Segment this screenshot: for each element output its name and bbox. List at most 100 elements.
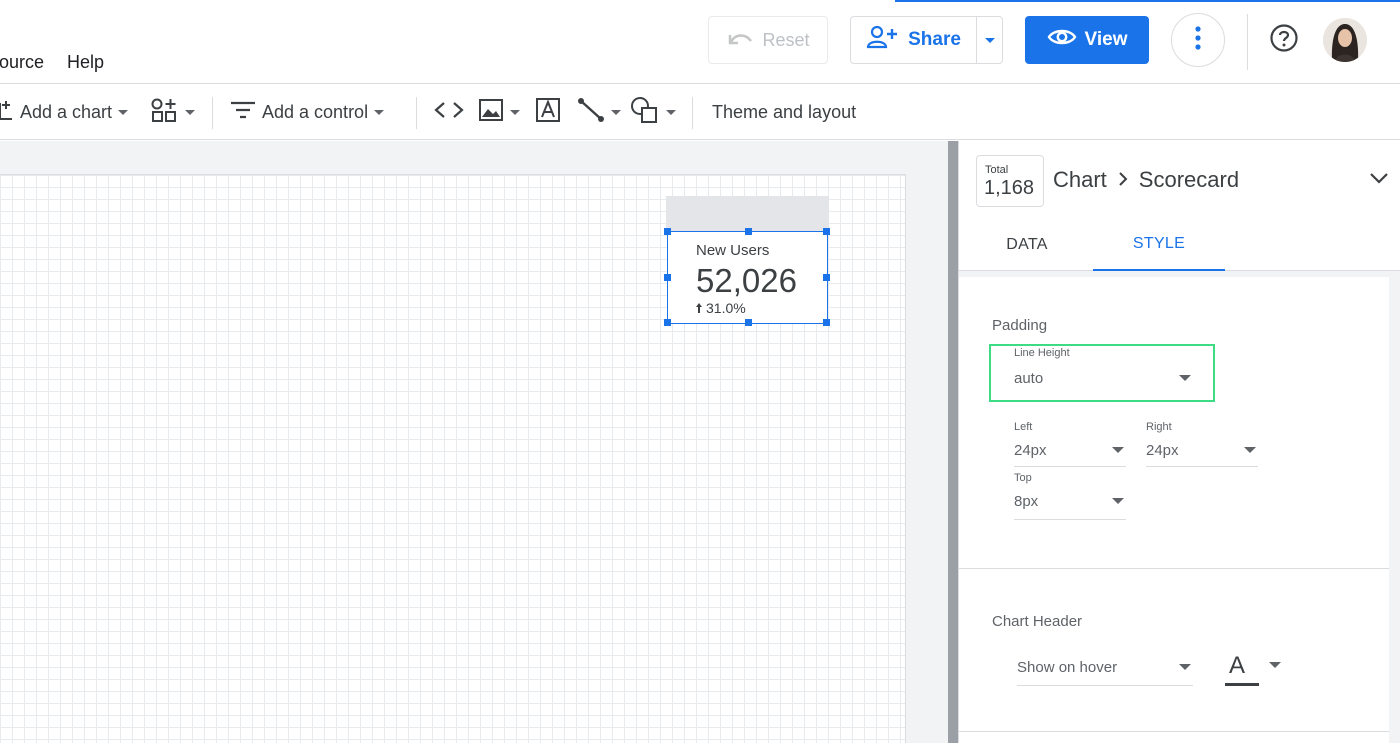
breadcrumb: Chart Scorecard <box>1053 167 1239 193</box>
toolbar-divider <box>692 97 693 129</box>
more-options-button[interactable] <box>1171 13 1225 67</box>
arrow-up-icon <box>696 300 702 316</box>
image-icon <box>478 98 504 127</box>
panel-separator <box>959 271 1400 277</box>
share-dropdown-button[interactable] <box>976 16 1003 64</box>
font-color-swatch <box>1225 683 1259 686</box>
resize-handle[interactable] <box>823 319 830 326</box>
chart-header-font-color-picker[interactable]: A <box>1225 652 1285 688</box>
dropdown-arrow-icon <box>1244 447 1256 453</box>
share-button[interactable]: Share <box>850 16 976 64</box>
line-height-select[interactable]: Line Height auto <box>1014 347 1224 397</box>
panel-scrollbar[interactable] <box>948 141 958 743</box>
padding-right-label: Right <box>1146 421 1172 433</box>
panel-tabs: DATA STYLE <box>959 219 1400 271</box>
resize-handle[interactable] <box>823 274 830 281</box>
chevron-down-icon <box>666 109 676 115</box>
toolbar-divider <box>212 97 213 129</box>
add-chart-button[interactable]: Add a chart <box>0 85 129 139</box>
field-underline <box>1146 466 1258 467</box>
resize-handle[interactable] <box>745 228 752 235</box>
chart-header-section-title: Chart Header <box>992 613 1083 630</box>
collapse-panel-button[interactable] <box>1369 171 1389 190</box>
add-person-icon <box>866 25 898 55</box>
chevron-down-icon <box>118 109 129 115</box>
section-divider <box>959 568 1389 569</box>
add-control-label: Add a control <box>262 101 369 122</box>
community-viz-button[interactable] <box>151 85 195 139</box>
add-control-button[interactable]: Add a control <box>230 85 385 139</box>
menu-item-resource[interactable]: ource <box>0 52 44 73</box>
text-box-icon <box>535 97 561 128</box>
section-divider <box>959 731 1389 732</box>
dropdown-arrow-icon <box>1269 662 1281 668</box>
add-chart-label: Add a chart <box>20 101 113 122</box>
image-button[interactable] <box>478 85 520 139</box>
chip-value: 1,168 <box>984 177 1035 199</box>
resize-handle[interactable] <box>823 228 830 235</box>
resize-handle[interactable] <box>745 319 752 326</box>
chevron-down-icon <box>611 109 621 115</box>
scorecard-chart[interactable]: New Users 52,026 31.0% <box>664 228 830 326</box>
shape-button[interactable] <box>630 85 676 139</box>
header-divider <box>1247 14 1248 70</box>
dropdown-arrow-icon <box>1112 498 1124 504</box>
text-box-button[interactable] <box>535 85 561 139</box>
tab-data[interactable]: DATA <box>973 219 1081 271</box>
help-button[interactable] <box>1268 23 1300 58</box>
chevron-down-icon <box>374 109 385 115</box>
embed-url-button[interactable] <box>434 85 464 139</box>
field-underline <box>1017 685 1193 686</box>
header-accent-bar <box>895 0 1400 2</box>
chevron-down-icon <box>185 109 195 115</box>
code-icon <box>434 100 464 125</box>
tab-style[interactable]: STYLE <box>1093 219 1225 271</box>
resize-handle[interactable] <box>664 319 671 326</box>
chevron-down-icon <box>510 109 520 115</box>
properties-panel: Total 1,168 Chart Scorecard DATA STYLE P… <box>958 141 1400 743</box>
line-icon <box>577 97 605 128</box>
chart-header-visibility-select[interactable]: Show on hover <box>1017 656 1193 686</box>
breadcrumb-root: Chart <box>1053 167 1107 192</box>
field-underline <box>1014 466 1126 467</box>
chip-title: Total <box>985 164 1009 176</box>
theme-and-layout-button[interactable]: Theme and layout <box>712 85 856 139</box>
chevron-down-icon <box>984 37 995 43</box>
view-button[interactable]: View <box>1025 16 1149 64</box>
line-height-value: auto <box>1014 370 1044 387</box>
line-height-label: Line Height <box>1014 347 1070 359</box>
breadcrumb-leaf: Scorecard <box>1138 167 1240 192</box>
menu-item-help[interactable]: Help <box>67 52 104 73</box>
panel-edge <box>1389 271 1400 743</box>
reset-label: Reset <box>762 29 810 50</box>
padding-section-title: Padding <box>992 317 1048 334</box>
scorecard-metric-label: New Users <box>696 242 770 259</box>
padding-right-value: 24px <box>1146 442 1179 459</box>
filter-icon <box>230 100 256 125</box>
resize-handle[interactable] <box>664 274 671 281</box>
padding-left-label: Left <box>1014 421 1033 433</box>
help-icon <box>1269 23 1299 58</box>
more-vert-icon <box>1195 25 1201 55</box>
padding-top-select[interactable]: Top 8px <box>1014 472 1126 520</box>
padding-left-select[interactable]: Left 24px <box>1014 421 1126 467</box>
dropdown-arrow-icon <box>1179 375 1191 381</box>
app-header: ource Help Reset Share View <box>0 0 1400 84</box>
eye-icon <box>1047 27 1077 53</box>
dropdown-arrow-icon <box>1179 664 1191 670</box>
padding-right-select[interactable]: Right 24px <box>1146 421 1258 467</box>
resize-handle[interactable] <box>664 228 671 235</box>
chevron-right-icon <box>1117 167 1129 193</box>
padding-left-value: 24px <box>1014 442 1047 459</box>
chart-header-visibility-value: Show on hover <box>1017 659 1118 676</box>
avatar[interactable] <box>1323 18 1367 62</box>
editor-toolbar: Add a chart Add a control Theme and layo… <box>0 85 1400 140</box>
reset-button[interactable]: Reset <box>708 16 828 64</box>
scorecard-value: 52,026 <box>696 262 797 299</box>
padding-top-value: 8px <box>1014 493 1039 510</box>
scorecard-header-placeholder <box>666 196 829 232</box>
field-underline <box>1014 519 1126 520</box>
font-color-icon: A <box>1229 652 1246 679</box>
line-button[interactable] <box>577 85 621 139</box>
widgets-icon <box>151 97 179 128</box>
